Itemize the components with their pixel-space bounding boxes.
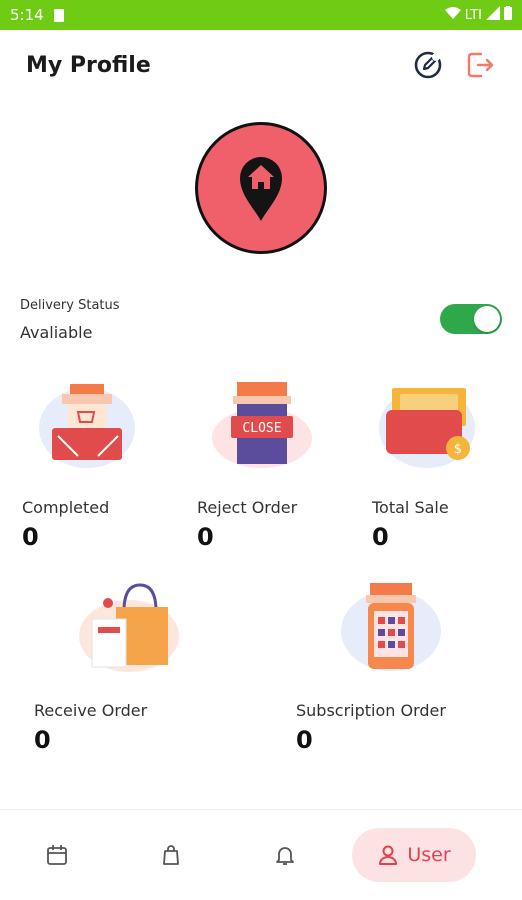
receive-order-label: Receive Order	[34, 701, 148, 720]
shop-app-icon	[341, 583, 441, 671]
sd-card-icon	[53, 8, 64, 22]
bell-icon	[276, 847, 294, 865]
reject-order-value: 0	[197, 523, 214, 551]
reject-order-card[interactable]: CLOSE Reject Order 0	[197, 378, 372, 551]
home-pin-icon	[240, 157, 282, 221]
delivery-status-value: Avaliable	[20, 323, 93, 342]
bag-icon	[163, 845, 179, 865]
status-time: 5:14	[10, 6, 44, 24]
header: My Profile	[0, 30, 522, 100]
network-type: LTI	[464, 7, 482, 23]
delivery-status-toggle[interactable]	[440, 304, 502, 334]
profile-avatar[interactable]	[195, 122, 327, 254]
page-title: My Profile	[26, 52, 151, 78]
svg-text:CLOSE: CLOSE	[242, 421, 281, 436]
completed-value: 0	[22, 523, 39, 551]
closed-shop-icon: CLOSE	[212, 382, 312, 468]
toggle-knob	[474, 306, 500, 332]
receive-order-value: 0	[34, 726, 51, 754]
logout-icon	[467, 52, 494, 78]
logout-button[interactable]	[464, 49, 496, 81]
nav-orders[interactable]	[114, 843, 228, 867]
edit-icon	[414, 51, 442, 79]
signal-icon	[486, 6, 500, 24]
delivery-status-label: Delivery Status	[20, 298, 120, 313]
subscription-order-value: 0	[296, 726, 313, 754]
wallet-icon: $	[379, 388, 475, 468]
battery-icon	[504, 6, 512, 24]
svg-text:$: $	[454, 442, 462, 457]
nav-user-label: User	[407, 844, 451, 866]
user-icon	[379, 845, 398, 865]
reject-order-label: Reject Order	[197, 498, 298, 517]
nav-calendar[interactable]	[0, 843, 114, 867]
edit-profile-button[interactable]	[412, 49, 444, 81]
shopping-bags-icon	[79, 583, 179, 672]
receive-order-card[interactable]: Receive Order 0	[34, 581, 296, 754]
subscription-order-card[interactable]: Subscription Order 0	[296, 581, 496, 754]
completed-shop-icon	[39, 384, 135, 468]
status-bar: 5:14 LTI	[0, 0, 522, 30]
bottom-navigation: User	[0, 809, 522, 900]
total-sale-value: 0	[372, 523, 389, 551]
completed-label: Completed	[22, 498, 110, 517]
subscription-order-label: Subscription Order	[296, 701, 446, 720]
total-sale-card[interactable]: $ Total Sale 0	[372, 378, 512, 551]
wifi-icon	[444, 7, 461, 23]
total-sale-label: Total Sale	[372, 498, 449, 517]
completed-card[interactable]: Completed 0	[22, 378, 197, 551]
calendar-icon	[47, 845, 67, 865]
nav-notifications[interactable]	[228, 843, 342, 867]
delivery-status-section: Delivery Status Avaliable	[20, 298, 502, 348]
nav-user[interactable]: User	[352, 828, 476, 882]
